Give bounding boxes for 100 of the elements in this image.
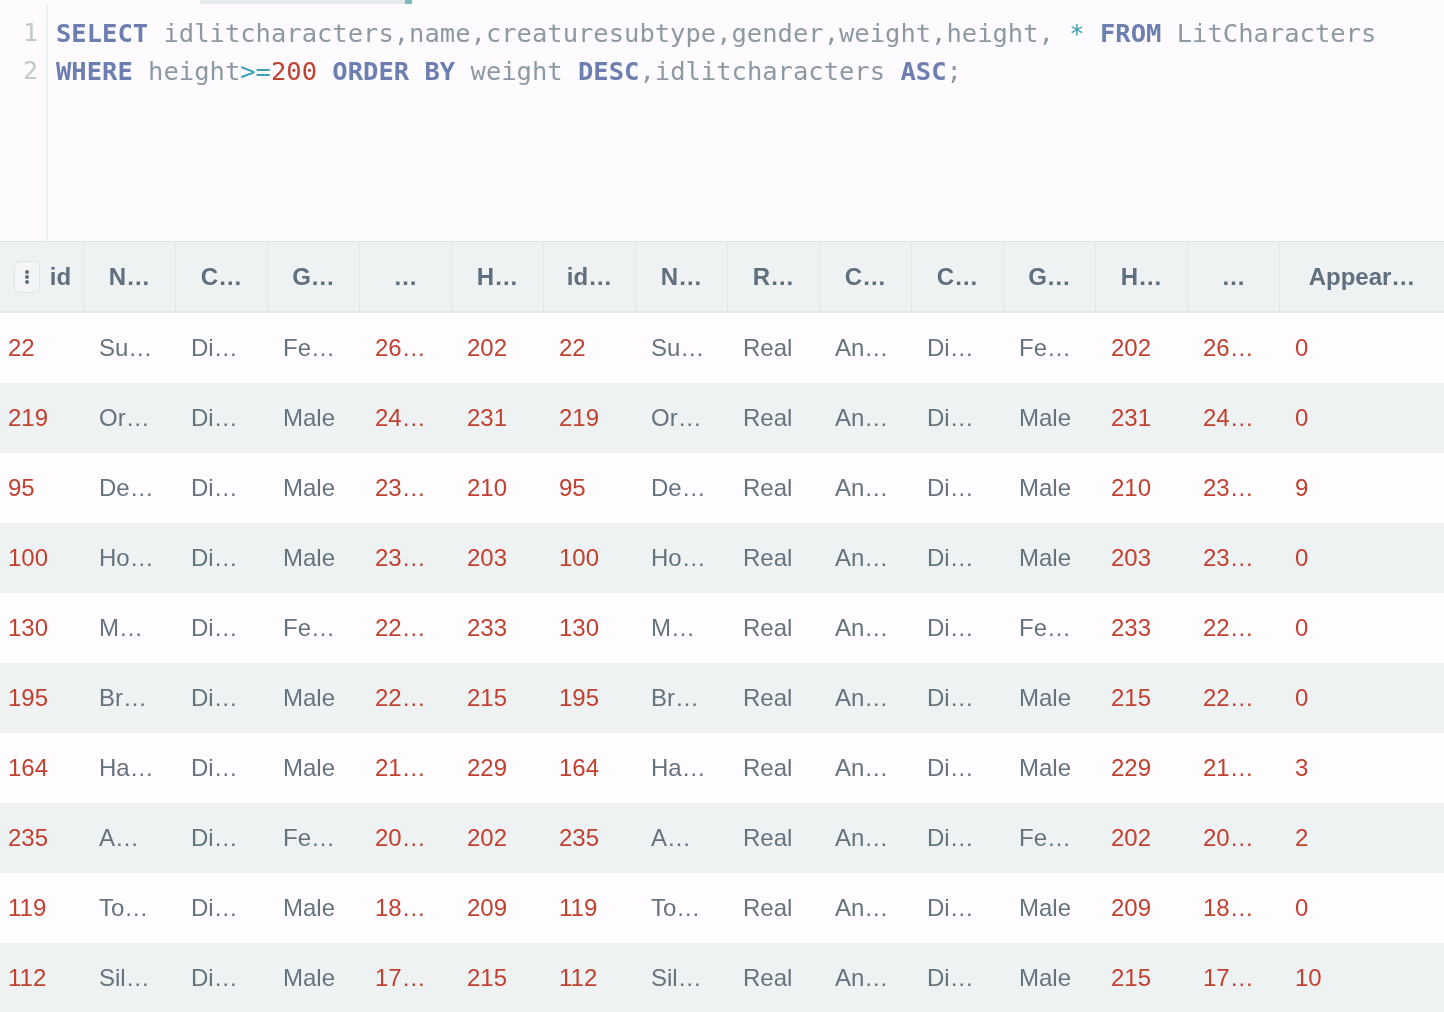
table-cell: 24…	[1203, 404, 1254, 432]
table-cell: Di…	[927, 474, 974, 502]
table-cell: 26…	[375, 334, 426, 362]
table-cell: 0	[1295, 894, 1309, 922]
table-cell: 22…	[375, 614, 426, 642]
table-cell: 23…	[1203, 544, 1254, 572]
table-cell: M…	[99, 614, 143, 642]
table-cell: Male	[283, 544, 336, 572]
table-cell: 0	[1295, 684, 1309, 712]
table-cell: Real	[743, 334, 793, 362]
table-cell: 164	[8, 754, 49, 782]
table-cell: Di…	[927, 684, 974, 712]
table-cell: 95	[559, 474, 586, 502]
table-cell: Di…	[191, 404, 238, 432]
table-cell: 100	[8, 544, 49, 572]
table-cell: 130	[8, 614, 49, 642]
column-menu-button[interactable]	[13, 260, 40, 293]
column-header[interactable]: N…	[108, 262, 151, 291]
table-cell: Real	[743, 614, 793, 642]
column-header[interactable]: C…	[200, 262, 243, 291]
table-cell: Fe…	[283, 614, 335, 642]
table-cell: Sil…	[99, 964, 150, 992]
table-cell: 22…	[1203, 614, 1254, 642]
table-cell: 195	[8, 684, 49, 712]
table-cell: 202	[467, 824, 508, 852]
table-cell: Fe…	[1019, 334, 1071, 362]
table-cell: Di…	[927, 754, 974, 782]
table-cell: Di…	[927, 614, 974, 642]
column-header[interactable]: G…	[292, 262, 335, 291]
column-header[interactable]: C…	[844, 262, 887, 291]
table-cell: Di…	[191, 964, 238, 992]
table-cell: 202	[1111, 824, 1152, 852]
column-header[interactable]: Appear…	[1308, 262, 1416, 291]
column-header[interactable]: G…	[1028, 262, 1071, 291]
table-cell: 229	[467, 754, 508, 782]
table-cell: 18…	[1203, 894, 1254, 922]
table-cell: Di…	[927, 824, 974, 852]
table-cell: To…	[651, 894, 701, 922]
table-cell: An…	[835, 334, 889, 362]
column-header[interactable]: C…	[936, 262, 979, 291]
table-cell: Sil…	[651, 964, 702, 992]
table-cell: 233	[1111, 614, 1152, 642]
table-cell: 0	[1295, 334, 1309, 362]
table-cell: 3	[1295, 754, 1309, 782]
table-cell: Di…	[191, 684, 238, 712]
table-cell: 18…	[375, 894, 426, 922]
table-cell: An…	[835, 824, 889, 852]
column-header[interactable]: N…	[660, 262, 703, 291]
table-cell: 21…	[375, 754, 426, 782]
table-cell: Br…	[99, 684, 147, 712]
table-cell: 235	[559, 824, 600, 852]
table-cell: Di…	[927, 894, 974, 922]
column-header[interactable]: H…	[1120, 262, 1163, 291]
code-line[interactable]: WHERE height>=200 ORDER BY weight DESC,idlitcharacters ASC;	[56, 52, 1377, 90]
table-cell: 215	[1111, 964, 1152, 992]
table-cell: 119	[559, 894, 598, 922]
table-cell: 0	[1295, 404, 1309, 432]
column-header[interactable]: id	[49, 262, 72, 291]
table-cell: 26…	[1203, 334, 1254, 362]
column-header[interactable]: …	[1221, 262, 1246, 291]
table-cell: 119	[8, 894, 47, 922]
table-cell: 215	[467, 964, 508, 992]
table-cell: 17…	[1203, 964, 1254, 992]
table-cell: 9	[1295, 474, 1309, 502]
table-cell: An…	[835, 614, 889, 642]
table-cell: Male	[1019, 474, 1072, 502]
table-cell: 23…	[375, 544, 426, 572]
table-cell: 202	[467, 334, 508, 362]
column-header[interactable]: R…	[752, 262, 795, 291]
table-cell: A…	[99, 824, 139, 852]
table-cell: A…	[651, 824, 691, 852]
table-cell: An…	[835, 474, 889, 502]
table-cell: Real	[743, 894, 793, 922]
table-cell: 23…	[1203, 474, 1254, 502]
table-cell: 24…	[375, 404, 426, 432]
table-cell: Fe…	[1019, 614, 1071, 642]
table-cell: Male	[1019, 544, 1072, 572]
column-header[interactable]: …	[393, 262, 418, 291]
table-cell: 210	[1111, 474, 1152, 502]
table-cell: Di…	[927, 334, 974, 362]
table-cell: Male	[1019, 404, 1072, 432]
table-cell: 112	[559, 964, 598, 992]
column-header[interactable]: H…	[476, 262, 519, 291]
table-cell: M…	[651, 614, 695, 642]
table-cell: Su…	[651, 334, 705, 362]
table-cell: Di…	[191, 824, 238, 852]
table-cell: Fe…	[283, 824, 335, 852]
table-cell: Male	[283, 964, 336, 992]
table-cell: Male	[283, 684, 336, 712]
table-cell: Male	[1019, 684, 1072, 712]
code-line[interactable]: SELECT idlitcharacters,name,creaturesubtype,gender,weight,height, * FROM LitCharacters	[56, 14, 1377, 52]
table-cell: Male	[1019, 964, 1072, 992]
table-cell: Ho…	[651, 544, 706, 572]
column-header[interactable]: id…	[566, 262, 613, 291]
table-cell: 112	[8, 964, 47, 992]
table-cell: Di…	[927, 964, 974, 992]
table-cell: Br…	[651, 684, 699, 712]
table-cell: 210	[467, 474, 508, 502]
table-cell: 17…	[375, 964, 426, 992]
table-cell: Real	[743, 474, 793, 502]
